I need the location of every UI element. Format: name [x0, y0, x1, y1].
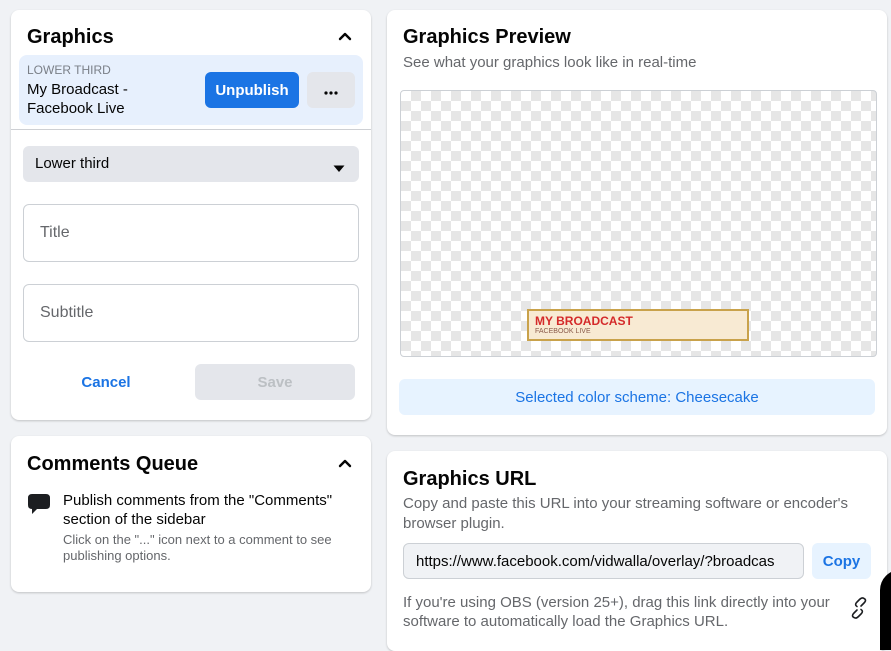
floating-chat-button[interactable] — [880, 570, 891, 650]
published-graphic-item: LOWER THIRD My Broadcast - Facebook Live… — [19, 55, 363, 125]
graphic-type-tag: LOWER THIRD — [27, 63, 111, 77]
more-horizontal-icon — [323, 83, 339, 98]
graphic-name: My Broadcast - Facebook Live — [27, 81, 128, 117]
graphics-preview-title: Graphics Preview — [403, 26, 571, 48]
preview-canvas: MY BROADCAST FACEBOOK LIVE — [400, 90, 877, 357]
comments-queue-title: Comments Queue — [27, 453, 199, 475]
graphics-url-title: Graphics URL — [403, 468, 537, 490]
graphics-preview-subtitle: See what your graphics look like in real… — [403, 54, 697, 71]
copy-url-button[interactable]: Copy — [812, 543, 871, 579]
more-options-button[interactable] — [307, 72, 355, 108]
lower-third-title: MY BROADCAST — [535, 314, 633, 328]
lower-third-graphic: MY BROADCAST FACEBOOK LIVE — [527, 309, 749, 341]
graphics-url-field[interactable] — [403, 543, 804, 579]
lower-third-subtitle: FACEBOOK LIVE — [535, 328, 591, 335]
color-scheme-label: Selected color scheme: Cheesecake — [515, 388, 759, 406]
chevron-up-icon[interactable] — [337, 28, 353, 44]
graphics-url-panel: Graphics URL Copy and paste this URL int… — [387, 451, 887, 651]
graphics-url-description: Copy and paste this URL into your stream… — [403, 495, 849, 532]
graphics-preview-panel: Graphics Preview See what your graphics … — [387, 10, 887, 435]
comments-queue-help-text: Click on the "..." icon next to a commen… — [63, 532, 332, 563]
title-input[interactable] — [23, 204, 359, 262]
comments-queue-panel: Comments Queue Publish comments from the… — [11, 436, 371, 592]
chevron-up-icon[interactable] — [337, 455, 353, 471]
cancel-button[interactable]: Cancel — [23, 364, 189, 400]
unpublish-button[interactable]: Unpublish — [205, 72, 299, 108]
graphic-type-selected: Lower third — [35, 155, 110, 172]
obs-instructions: If you're using OBS (version 25+), drag … — [403, 594, 830, 630]
comment-bubble-icon — [27, 492, 51, 516]
divider — [11, 129, 371, 130]
caret-down-icon — [333, 160, 345, 172]
graphic-type-select[interactable]: Lower third — [23, 146, 359, 182]
graphics-panel-title: Graphics — [27, 26, 114, 48]
comments-queue-main-text: Publish comments from the "Comments" sec… — [63, 492, 333, 528]
link-icon[interactable] — [846, 595, 872, 621]
color-scheme-button[interactable]: Selected color scheme: Cheesecake — [399, 379, 875, 415]
subtitle-input[interactable] — [23, 284, 359, 342]
save-button[interactable]: Save — [195, 364, 355, 400]
graphics-panel: Graphics LOWER THIRD My Broadcast - Face… — [11, 10, 371, 420]
